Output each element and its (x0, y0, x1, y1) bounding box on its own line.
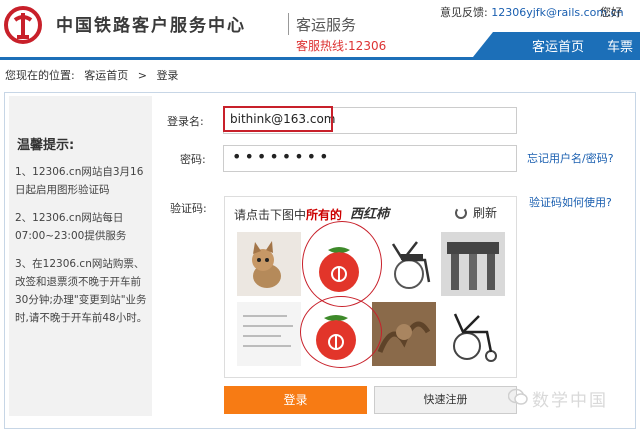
tips-title: 温馨提示: (17, 138, 75, 153)
kitten-image (237, 232, 301, 296)
wheelchair-image (441, 302, 505, 366)
captcha-prompt-prefix: 请点击下图中 (234, 208, 307, 222)
captcha-label: 验证码: (170, 202, 207, 215)
hotline: 客服热线:12306 (296, 39, 387, 53)
nav-bar: 客运首页 车票预 (473, 32, 640, 74)
refresh-label: 刷新 (473, 206, 498, 220)
breadcrumb-separator: > (137, 69, 147, 82)
selection-ring (302, 221, 382, 307)
archway-image (441, 232, 505, 296)
captcha-help-link[interactable]: 验证码如何使用? (529, 194, 612, 210)
captcha-prompt: 请点击下图中所有的 (234, 206, 342, 223)
watermark: 数学中国 (532, 391, 608, 411)
header-underline (0, 57, 640, 60)
site-header: 中国铁路客户服务中心 客运服务 客服热线:12306 意见反馈: 12306yj… (0, 0, 640, 74)
tip-item: 3、在12306.cn网站购票、改签和退票须不晚于开车前30分钟;办理"变更到站… (15, 258, 148, 324)
password-label: 密码: (180, 153, 206, 166)
paper-image (237, 302, 301, 366)
nav-ticket[interactable]: 车票预 (607, 36, 640, 74)
username-highlight (223, 106, 333, 132)
org-name: 中国铁路客户服务中心 (56, 16, 246, 36)
captcha-target-word: 西红柿 (350, 207, 390, 222)
captcha-tile-archway[interactable] (441, 232, 505, 296)
forgot-password-link[interactable]: 忘记用户名/密码? (527, 150, 614, 166)
breadcrumb-prefix: 您现在的位置: (5, 69, 75, 82)
nav-home[interactable]: 客运首页 (532, 36, 584, 55)
captcha-tile-paper[interactable] (237, 302, 301, 366)
captcha-prompt-emphasis: 所有的 (306, 208, 343, 222)
wechat-icon (508, 388, 528, 405)
greeting: 您好 (600, 6, 622, 19)
service-name: 客运服务 (296, 16, 357, 34)
tip-item: 1、12306.cn网站自3月16日起启用图形验证码 (15, 166, 144, 196)
breadcrumb-home-link[interactable]: 客运首页 (84, 69, 128, 82)
wheelchair-image (381, 232, 445, 296)
selection-ring (300, 296, 382, 368)
captcha-tile-wheelchair[interactable] (441, 302, 505, 366)
feedback: 意见反馈: 12306yjfk@rails.com.cn (440, 4, 624, 20)
tips-panel: 温馨提示: 1、12306.cn网站自3月16日起启用图形验证码 2、12306… (9, 96, 152, 416)
feedback-label: 意见反馈: (440, 6, 488, 19)
captcha-tile-kitten[interactable] (237, 232, 301, 296)
username-label: 登录名: (167, 115, 204, 128)
captcha-tile-wheelchair[interactable] (381, 232, 445, 296)
quick-register-button[interactable]: 快速注册 (374, 386, 517, 414)
breadcrumb-current: 登录 (156, 69, 179, 82)
captcha-refresh-button[interactable]: 刷新 (455, 204, 497, 221)
header-divider (288, 13, 289, 35)
login-button[interactable]: 登录 (224, 386, 367, 414)
tip-item: 2、12306.cn网站每日07:00~23:00提供服务 (15, 212, 127, 242)
railway-logo-icon (4, 6, 42, 44)
refresh-icon (455, 207, 467, 219)
breadcrumb: 您现在的位置: 客运首页 > 登录 (5, 67, 184, 83)
password-input[interactable]: •••••••• (223, 145, 517, 172)
